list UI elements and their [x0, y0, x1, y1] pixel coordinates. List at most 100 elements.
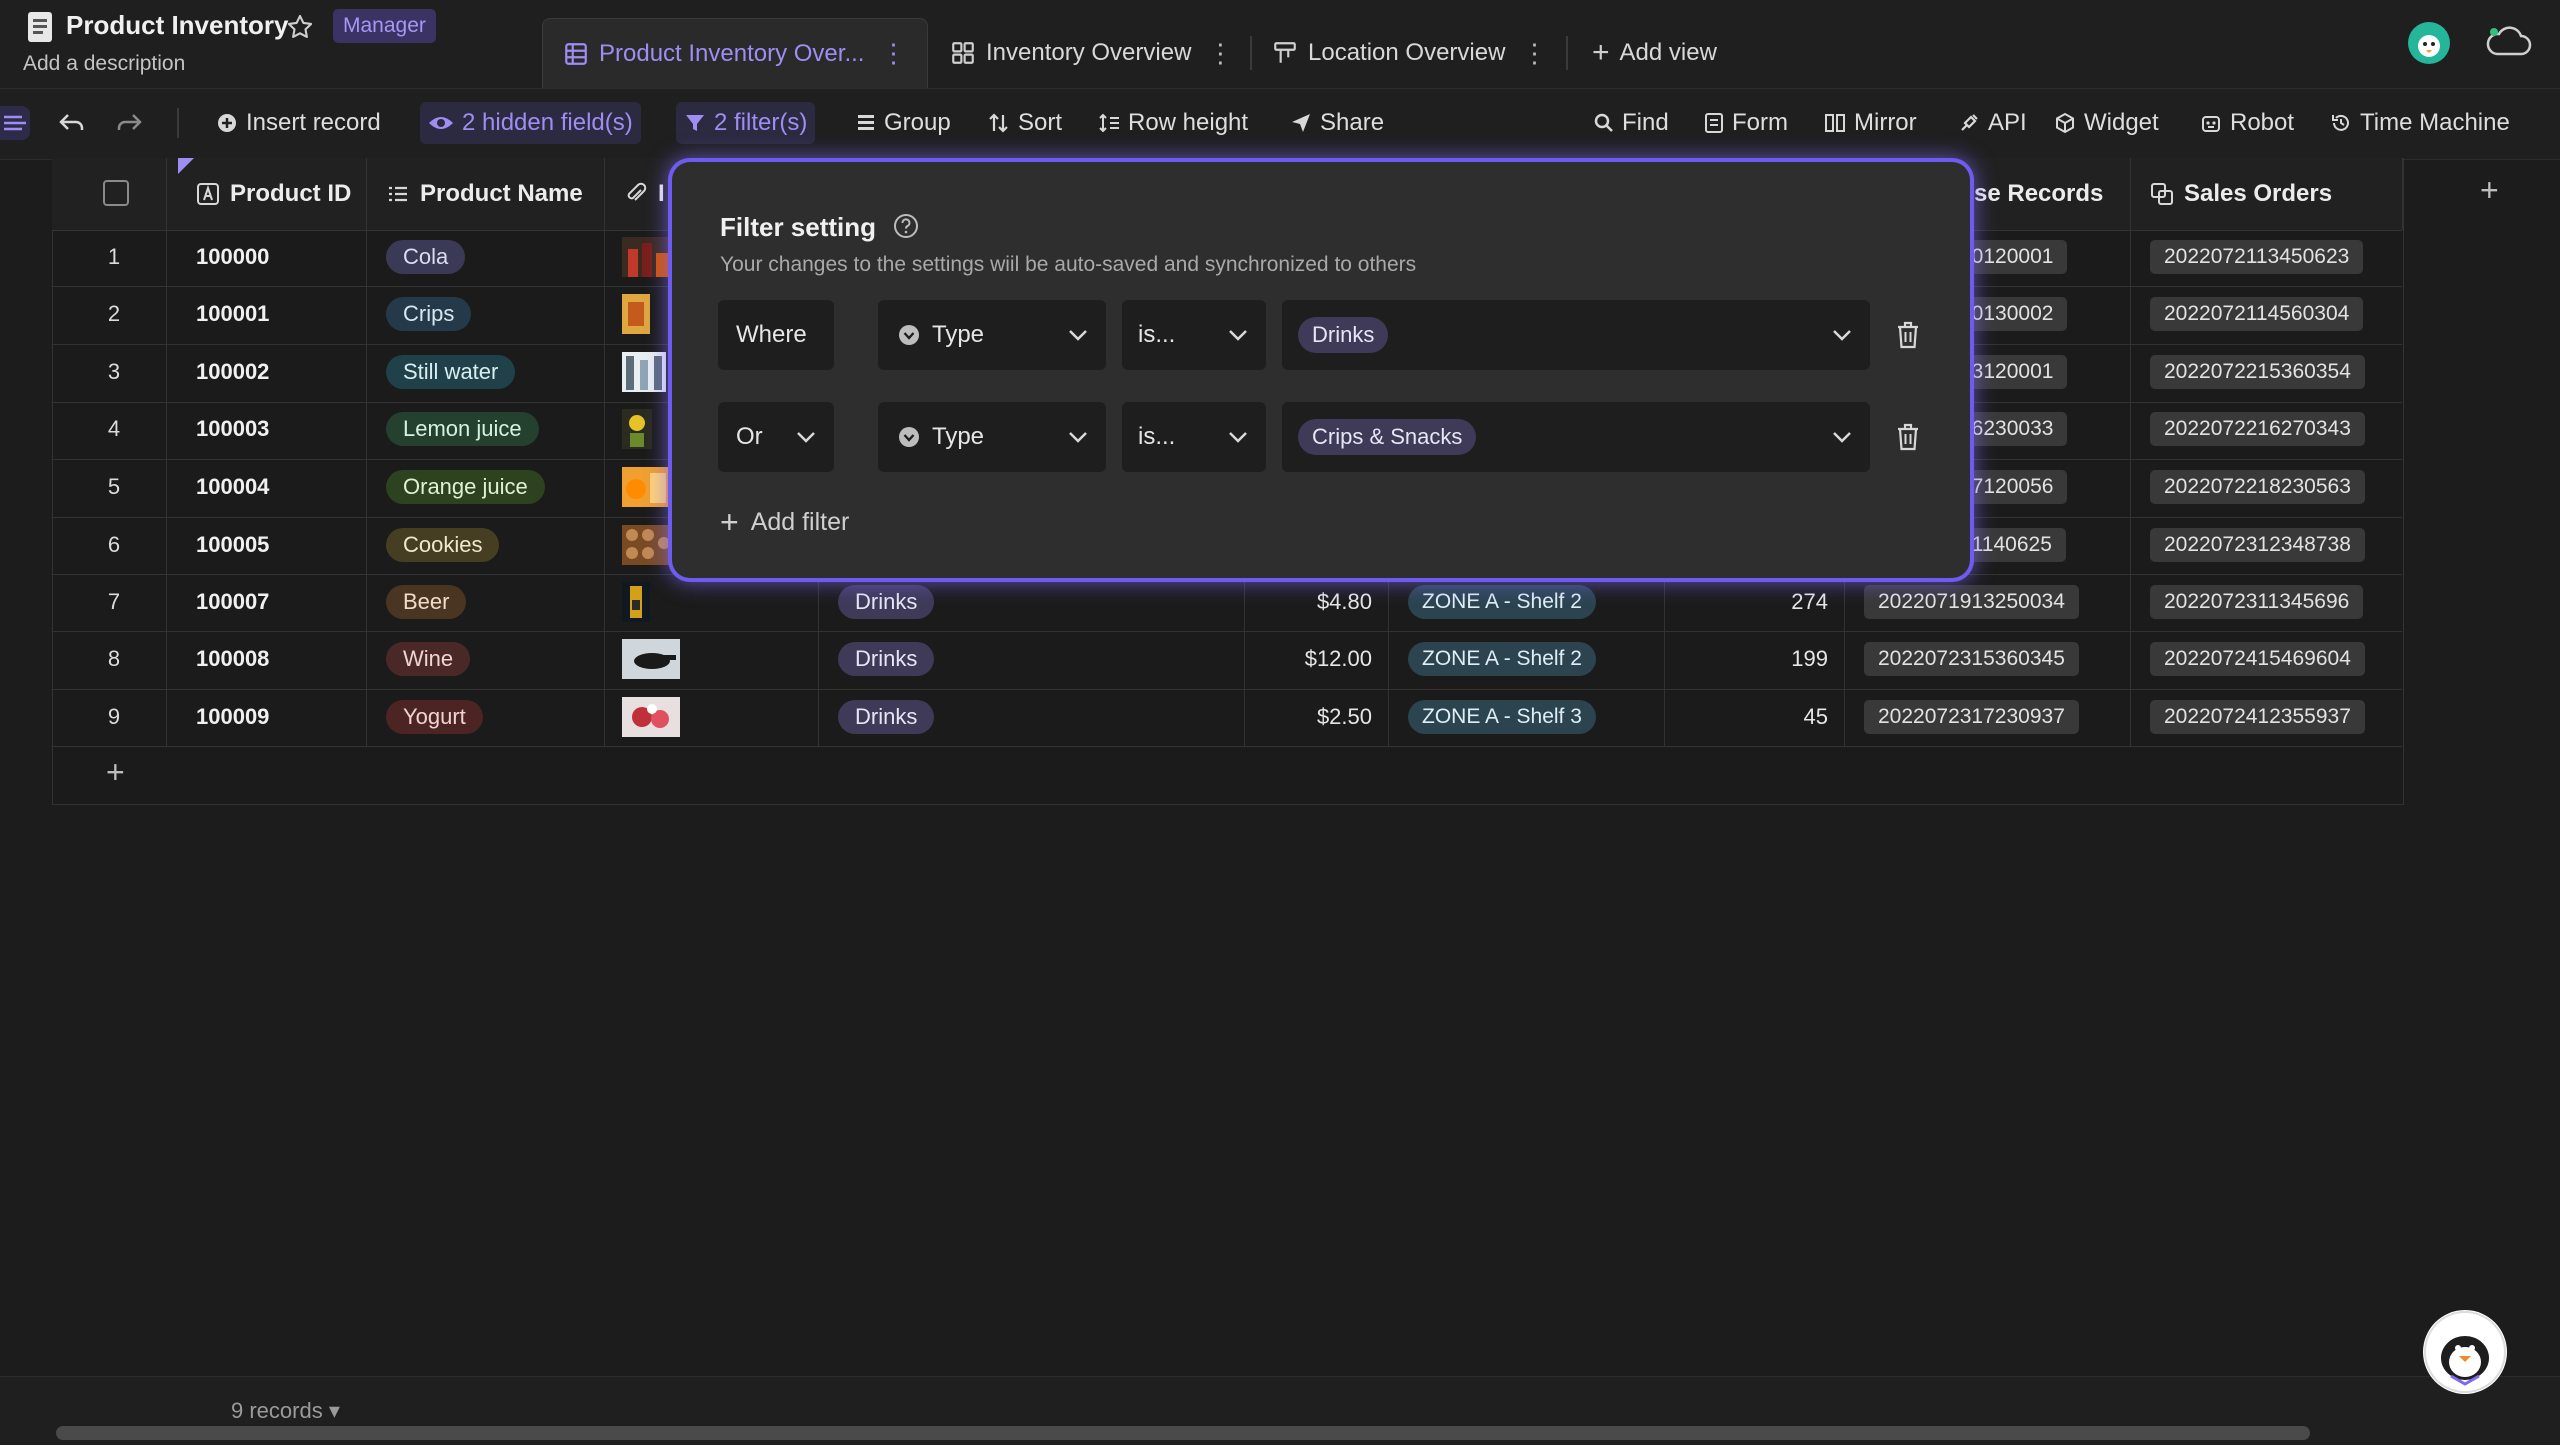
- mirror-button[interactable]: Mirror: [1816, 102, 1925, 144]
- time-machine-button[interactable]: Time Machine: [2322, 102, 2518, 144]
- more-options-icon[interactable]: ⋮: [1521, 38, 1547, 69]
- sales-order-link[interactable]: 2022072415469604: [2150, 642, 2365, 676]
- add-row-button[interactable]: +: [106, 754, 125, 791]
- location-tag[interactable]: ZONE A - Shelf 2: [1408, 642, 1596, 676]
- filter-operator-select[interactable]: is...: [1122, 300, 1266, 370]
- product-image-thumbnail[interactable]: [622, 639, 680, 679]
- star-icon[interactable]: [286, 13, 314, 41]
- column-header-product-name[interactable]: Product Name: [386, 158, 583, 230]
- column-header-product-id[interactable]: Product ID: [196, 158, 351, 230]
- price-cell[interactable]: $4.80: [1252, 589, 1372, 615]
- sync-cloud-icon[interactable]: [2484, 24, 2534, 60]
- select-all-checkbox[interactable]: [103, 180, 129, 206]
- product-name-tag[interactable]: Beer: [386, 585, 467, 619]
- product-image-thumbnail[interactable]: [622, 467, 672, 507]
- sales-order-link[interactable]: 2022072218230563: [2150, 470, 2365, 504]
- add-filter-button[interactable]: + Add filter: [720, 504, 849, 541]
- record-count[interactable]: 9 records ▾: [231, 1398, 340, 1424]
- product-name-tag[interactable]: Orange juice: [386, 470, 545, 504]
- find-button[interactable]: Find: [1586, 102, 1677, 144]
- product-name-tag[interactable]: Cola: [386, 240, 466, 274]
- row-height-button[interactable]: Row height: [1090, 102, 1256, 144]
- product-name-tag[interactable]: Lemon juice: [386, 412, 539, 446]
- product-image-thumbnail[interactable]: [622, 352, 666, 392]
- filter-field-select[interactable]: Type: [878, 300, 1106, 370]
- column-header-image[interactable]: I: [624, 158, 665, 230]
- product-name-tag[interactable]: Yogurt: [386, 700, 483, 734]
- product-id-cell[interactable]: 100008: [196, 646, 269, 672]
- add-view-button[interactable]: + Add view: [1592, 18, 1717, 88]
- horizontal-scrollbar[interactable]: [56, 1426, 2310, 1440]
- tab-inventory-overview[interactable]: Inventory Overview ⋮: [950, 18, 1233, 88]
- product-id-cell[interactable]: 100009: [196, 704, 269, 730]
- tab-location-overview[interactable]: Location Overview ⋮: [1272, 18, 1547, 88]
- product-name-tag[interactable]: Wine: [386, 642, 471, 676]
- tab-product-inventory-overview[interactable]: Product Inventory Over... ⋮: [542, 18, 928, 88]
- sidebar-toggle-button[interactable]: [0, 106, 30, 140]
- product-image-thumbnail[interactable]: [622, 237, 672, 277]
- robot-button[interactable]: Robot: [2192, 102, 2302, 144]
- product-image-thumbnail[interactable]: [622, 582, 650, 622]
- sales-order-link[interactable]: 2022072113450623: [2150, 240, 2364, 274]
- form-button[interactable]: Form: [1696, 102, 1796, 144]
- product-id-cell[interactable]: 100005: [196, 532, 269, 558]
- more-options-icon[interactable]: ⋮: [880, 38, 906, 69]
- sales-order-link[interactable]: 2022072114560304: [2150, 297, 2364, 331]
- sales-order-link[interactable]: 2022072215360354: [2150, 355, 2365, 389]
- price-cell[interactable]: $12.00: [1252, 646, 1372, 672]
- share-button[interactable]: Share: [1282, 102, 1392, 144]
- type-tag[interactable]: Drinks: [838, 585, 935, 619]
- product-image-thumbnail[interactable]: [622, 697, 680, 737]
- redo-icon[interactable]: [115, 110, 143, 136]
- product-id-cell[interactable]: 100007: [196, 589, 269, 615]
- column-header-sales-orders[interactable]: Sales Orders: [2150, 158, 2332, 230]
- product-name-tag[interactable]: Crips: [386, 297, 472, 331]
- sales-order-link[interactable]: 2022072216270343: [2150, 412, 2365, 446]
- user-avatar[interactable]: [2408, 22, 2450, 64]
- sales-order-link[interactable]: 2022072412355937: [2150, 700, 2365, 734]
- sales-order-link[interactable]: 2022072312348738: [2150, 528, 2365, 562]
- assistant-bot-avatar[interactable]: [2423, 1310, 2507, 1394]
- quantity-cell[interactable]: 274: [1728, 589, 1828, 615]
- product-id-cell[interactable]: 100001: [196, 301, 269, 327]
- filter-operator-select[interactable]: is...: [1122, 402, 1266, 472]
- product-name-tag[interactable]: Cookies: [386, 528, 500, 562]
- location-tag[interactable]: ZONE A - Shelf 3: [1408, 700, 1596, 734]
- add-column-button[interactable]: +: [2480, 172, 2499, 209]
- group-button[interactable]: Group: [848, 102, 959, 144]
- more-options-icon[interactable]: ⋮: [1207, 38, 1233, 69]
- product-name-tag[interactable]: Still water: [386, 355, 516, 389]
- location-tag[interactable]: ZONE A - Shelf 2: [1408, 585, 1596, 619]
- product-image-thumbnail[interactable]: [622, 294, 650, 334]
- page-title[interactable]: Product Inventory: [66, 10, 288, 41]
- column-header-purchase-records[interactable]: se Records: [1974, 158, 2103, 230]
- product-id-cell[interactable]: 100004: [196, 474, 269, 500]
- description-field[interactable]: Add a description: [23, 52, 185, 76]
- sort-button[interactable]: Sort: [980, 102, 1070, 144]
- quantity-cell[interactable]: 199: [1728, 646, 1828, 672]
- insert-record-button[interactable]: Insert record: [208, 102, 389, 144]
- delete-filter-trash-icon[interactable]: [1894, 320, 1922, 350]
- sales-order-link[interactable]: 2022072311345696: [2150, 585, 2364, 619]
- widget-button[interactable]: Widget: [2046, 102, 2167, 144]
- hidden-fields-button[interactable]: 2 hidden field(s): [420, 102, 641, 144]
- filter-field-select[interactable]: Type: [878, 402, 1106, 472]
- filter-button[interactable]: 2 filter(s): [676, 102, 816, 144]
- price-cell[interactable]: $2.50: [1252, 704, 1372, 730]
- product-id-cell[interactable]: 100002: [196, 359, 269, 385]
- undo-icon[interactable]: [58, 110, 86, 136]
- type-tag[interactable]: Drinks: [838, 700, 935, 734]
- api-button[interactable]: API: [1950, 102, 2035, 144]
- delete-filter-trash-icon[interactable]: [1894, 422, 1922, 452]
- product-id-cell[interactable]: 100000: [196, 244, 269, 270]
- purchase-record-link[interactable]: 2022071913250034: [1864, 585, 2079, 619]
- filter-value-select[interactable]: Drinks: [1282, 300, 1870, 370]
- product-id-cell[interactable]: 100003: [196, 416, 269, 442]
- product-image-thumbnail[interactable]: [622, 525, 672, 565]
- filter-value-select[interactable]: Crips & Snacks: [1282, 402, 1870, 472]
- purchase-record-link[interactable]: 2022072317230937: [1864, 700, 2079, 734]
- filter-conjunction-select[interactable]: Or: [718, 402, 834, 472]
- purchase-record-link[interactable]: 2022072315360345: [1864, 642, 2079, 676]
- type-tag[interactable]: Drinks: [838, 642, 935, 676]
- product-image-thumbnail[interactable]: [622, 409, 652, 449]
